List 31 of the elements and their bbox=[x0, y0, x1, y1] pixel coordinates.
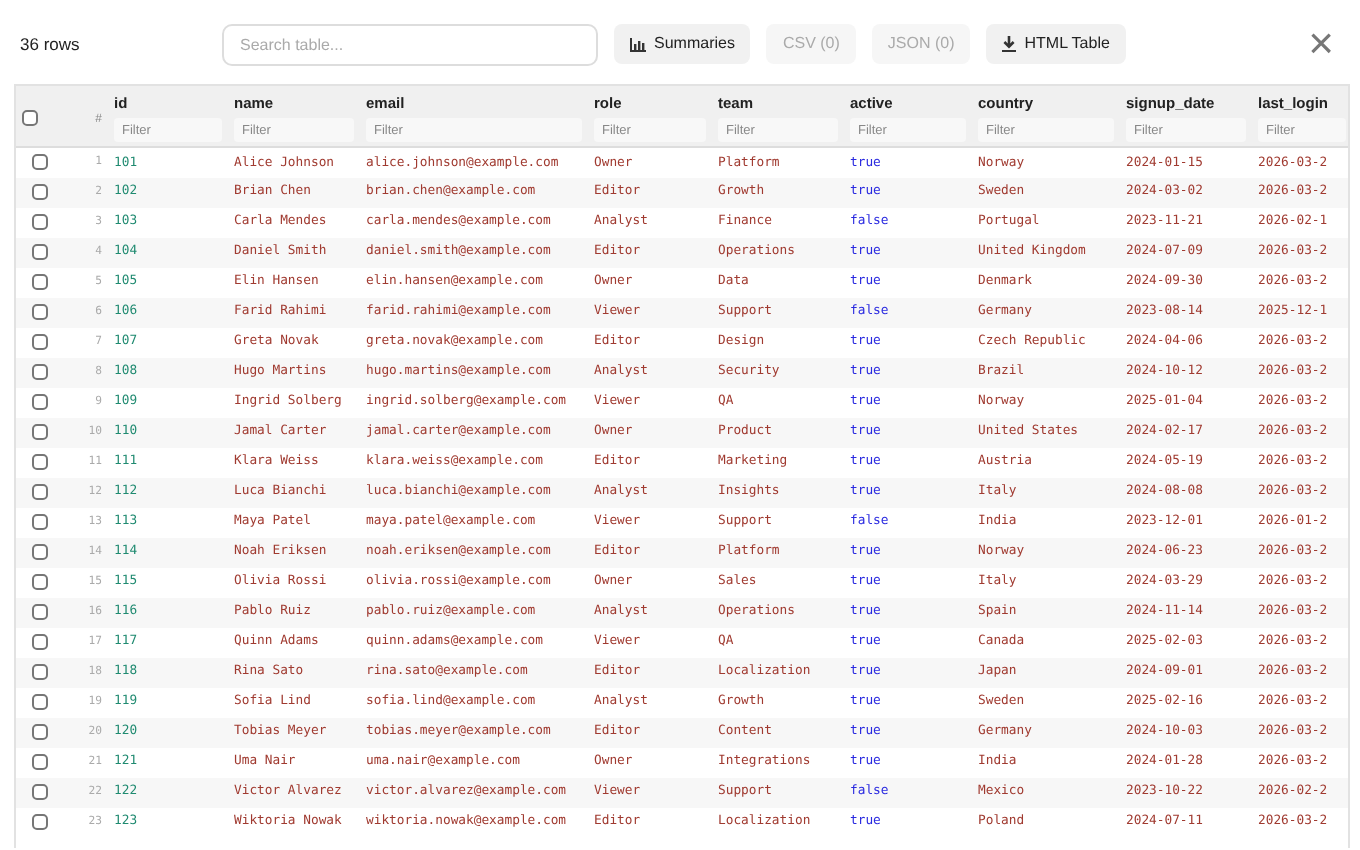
toolbar-button[interactable]: Summaries bbox=[614, 24, 751, 64]
row-checkbox[interactable] bbox=[32, 453, 48, 470]
close-button[interactable]: × bbox=[1308, 22, 1334, 66]
row-checkbox[interactable] bbox=[32, 303, 48, 320]
row-checkbox[interactable] bbox=[32, 543, 48, 560]
row-checkbox[interactable] bbox=[32, 273, 48, 290]
row-checkbox[interactable] bbox=[32, 483, 48, 500]
row-checkbox[interactable] bbox=[32, 243, 48, 260]
row-checkbox[interactable] bbox=[32, 333, 48, 350]
row-checkbox[interactable] bbox=[32, 753, 48, 770]
row-checkbox[interactable] bbox=[32, 813, 48, 830]
row-checkbox[interactable] bbox=[32, 183, 48, 200]
search-field[interactable]: Search table... bbox=[222, 23, 598, 65]
row-checkbox[interactable] bbox=[32, 693, 48, 710]
row-checkbox[interactable] bbox=[32, 363, 48, 380]
row-checkbox[interactable] bbox=[32, 633, 48, 650]
row-checkbox[interactable] bbox=[32, 393, 48, 410]
row-count: 36 rows bbox=[20, 31, 82, 57]
chart-icon bbox=[630, 37, 646, 51]
row-checkbox[interactable] bbox=[32, 783, 48, 800]
row-checkbox[interactable] bbox=[32, 573, 48, 590]
row-checkbox[interactable] bbox=[32, 153, 48, 170]
row-checkbox[interactable] bbox=[32, 663, 48, 680]
row-checkbox[interactable] bbox=[32, 513, 48, 530]
row-checkbox[interactable] bbox=[32, 423, 48, 440]
row-checkbox[interactable] bbox=[32, 213, 48, 230]
select-all-checkbox[interactable] bbox=[22, 110, 38, 127]
download-icon bbox=[1002, 36, 1017, 52]
row-checkbox[interactable] bbox=[32, 723, 48, 740]
row-checkbox[interactable] bbox=[32, 603, 48, 620]
toolbar-button[interactable]: HTML Table bbox=[986, 24, 1126, 64]
